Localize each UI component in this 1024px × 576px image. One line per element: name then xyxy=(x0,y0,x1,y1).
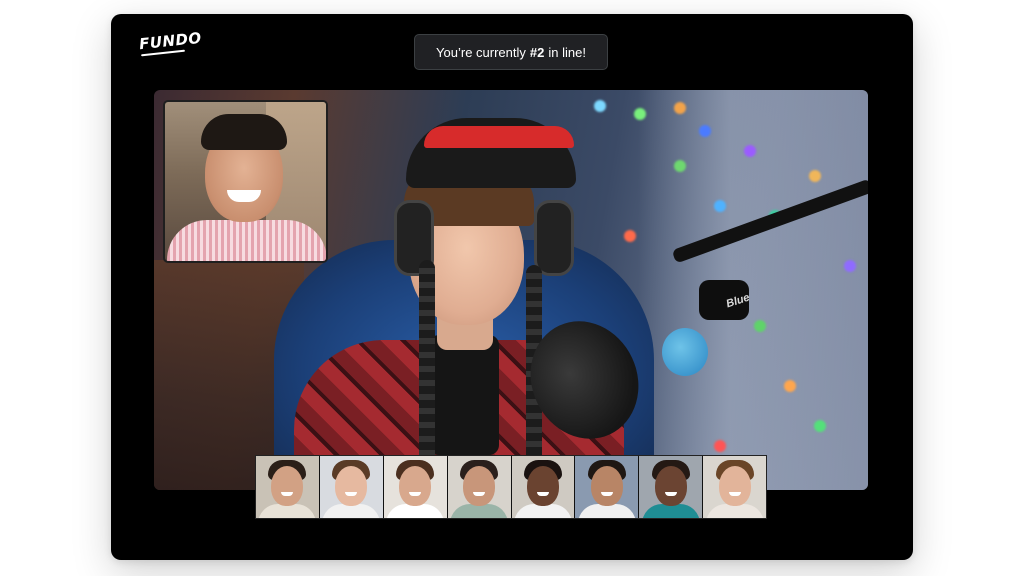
bokeh-light xyxy=(809,170,821,182)
participant-thumbnail[interactable] xyxy=(256,456,319,518)
participant-shirt xyxy=(322,504,381,518)
participant-shirt xyxy=(513,504,572,518)
plush-toy xyxy=(662,328,708,376)
self-view-video[interactable] xyxy=(163,100,328,263)
bokeh-light xyxy=(674,160,686,172)
bokeh-light xyxy=(624,230,636,242)
bokeh-light xyxy=(714,200,726,212)
hair-braid-left xyxy=(419,260,435,470)
self-view-hair xyxy=(201,114,287,150)
participant-thumbnail[interactable] xyxy=(511,456,575,518)
participant-face xyxy=(590,466,623,506)
bokeh-light xyxy=(674,102,686,114)
main-video-feed: Blue xyxy=(154,90,868,490)
participant-face xyxy=(718,466,751,506)
headphone-right xyxy=(534,200,574,276)
participant-shirt xyxy=(577,504,636,518)
participant-face xyxy=(463,466,496,506)
participant-thumbnail[interactable] xyxy=(639,456,703,518)
queue-status-prefix: You’re currently xyxy=(436,44,526,60)
participant-shirt xyxy=(705,504,764,518)
queue-status-suffix: in line! xyxy=(548,44,586,60)
participant-shirt xyxy=(450,504,509,518)
fundo-logo[interactable]: FUNDO xyxy=(138,29,202,53)
participant-strip xyxy=(255,455,767,519)
queue-status-banner: You’re currently #2 in line! xyxy=(414,34,608,70)
participant-face xyxy=(654,466,687,506)
bokeh-light xyxy=(594,100,606,112)
bokeh-light xyxy=(784,380,796,392)
bokeh-light xyxy=(814,420,826,432)
participant-face xyxy=(271,466,304,506)
participant-thumbnail[interactable] xyxy=(383,456,447,518)
queue-position: #2 xyxy=(529,44,545,60)
participant-shirt xyxy=(386,504,445,518)
bokeh-light xyxy=(844,260,856,272)
bokeh-light xyxy=(714,440,726,452)
self-view-shirt xyxy=(167,220,326,261)
participant-shirt xyxy=(641,504,700,518)
bokeh-light xyxy=(699,125,711,137)
call-window: FUNDO You’re currently #2 in line! Blue xyxy=(111,14,913,560)
participant-face xyxy=(526,466,559,506)
participant-thumbnail[interactable] xyxy=(703,456,766,518)
bokeh-light xyxy=(744,145,756,157)
participant-face xyxy=(335,466,368,506)
participant-thumbnail[interactable] xyxy=(447,456,511,518)
participant-thumbnail[interactable] xyxy=(319,456,383,518)
beanie-stripe xyxy=(424,126,574,148)
black-tshirt xyxy=(429,335,499,455)
bokeh-light xyxy=(754,320,766,332)
bokeh-light xyxy=(634,108,646,120)
participant-face xyxy=(399,466,432,506)
participant-shirt xyxy=(258,504,317,518)
participant-thumbnail[interactable] xyxy=(575,456,639,518)
